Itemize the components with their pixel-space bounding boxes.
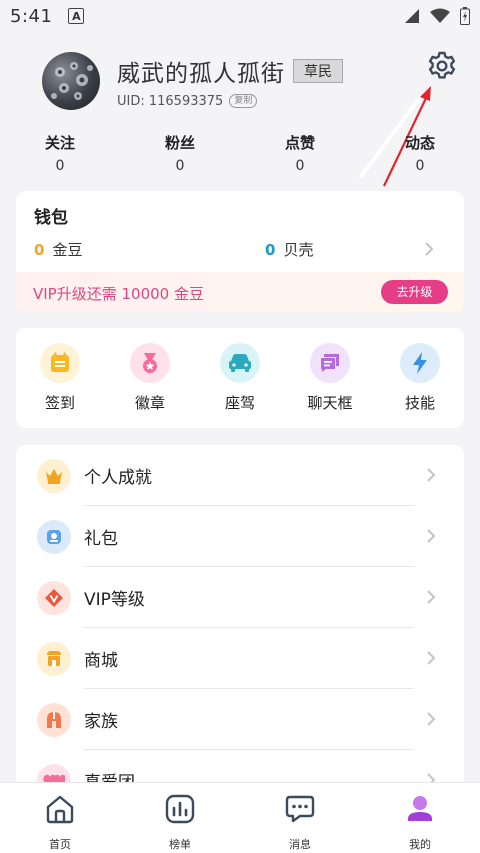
menu-label: 商城 [84, 651, 118, 671]
nav-ranking[interactable]: 榜单 [150, 793, 210, 852]
stat-label: 动态 [404, 134, 435, 152]
feature-chat-frame[interactable]: 聊天框 [295, 343, 365, 413]
menu-item-vip-level[interactable]: VIP等级 [16, 567, 464, 628]
gold-bean-balance: 0 金豆 [34, 239, 82, 260]
menu-item-family[interactable]: 家族 [16, 689, 464, 750]
profile-header: 威武的孤人孤街 草民 UID: 116593375 复制 [42, 52, 343, 110]
ranking-icon [165, 794, 195, 824]
feature-skill[interactable]: 技能 [385, 343, 455, 413]
vip-level-icon [45, 589, 63, 607]
feature-label: 座驾 [224, 394, 255, 412]
nav-label: 首页 [49, 838, 71, 851]
username: 威武的孤人孤街 [117, 60, 285, 87]
message-icon [285, 795, 315, 823]
shop-icon [47, 651, 61, 666]
menu-item-shop[interactable]: 商城 [16, 628, 464, 689]
stat-value: 0 [175, 158, 185, 174]
status-bar: 5:41 A [0, 0, 480, 32]
feature-label: 技能 [404, 394, 435, 412]
nav-label: 消息 [289, 838, 311, 851]
gift-pack-icon [47, 530, 61, 544]
avatar[interactable] [42, 52, 100, 110]
feature-label: 签到 [44, 394, 75, 412]
bottom-navigation: 首页 榜单 消息 我的 [0, 782, 480, 853]
feature-checkin[interactable]: 签到 [25, 343, 95, 413]
signal-icon [405, 9, 419, 23]
shell-balance: 0 贝壳 [265, 239, 313, 260]
menu-label: 礼包 [84, 529, 118, 549]
lightning-icon [413, 352, 427, 374]
chevron-right-icon [427, 529, 436, 543]
upgrade-button[interactable]: 去升级 [381, 280, 448, 304]
avatar-flowers-image [51, 62, 93, 100]
name-block: 威武的孤人孤街 草民 UID: 116593375 复制 [117, 54, 343, 109]
vip-upgrade-bar: VIP升级还需 10000 金豆 去升级 [16, 272, 464, 312]
stat-value: 0 [415, 158, 425, 174]
calendar-icon [51, 352, 69, 372]
stat-value: 0 [295, 158, 305, 174]
chevron-right-icon [427, 712, 436, 726]
shell-count: 0 [265, 241, 276, 259]
settings-button[interactable] [426, 50, 458, 82]
nav-messages[interactable]: 消息 [270, 793, 330, 852]
stats-row: 关注 0 粉丝 0 点赞 0 动态 0 [0, 132, 480, 178]
chat-frame-icon [321, 354, 339, 372]
shell-label: 贝壳 [283, 241, 314, 259]
copy-uid-button[interactable]: 复制 [229, 94, 258, 108]
wifi-icon [430, 8, 450, 23]
profile-icon [408, 796, 432, 821]
nav-label: 榜单 [169, 838, 191, 851]
vip-upgrade-text: VIP升级还需 10000 金豆 [33, 285, 204, 303]
nav-profile[interactable]: 我的 [390, 793, 450, 852]
stat-label: 粉丝 [164, 134, 195, 152]
stat-value: 0 [55, 158, 65, 174]
gold-count: 0 [34, 241, 45, 259]
features-card: 签到 徽章 座驾 聊天框 技能 [16, 328, 464, 428]
chevron-right-icon [425, 242, 434, 256]
notification-a-icon: A [68, 8, 85, 24]
medal-icon [143, 353, 157, 373]
feature-label: 徽章 [134, 394, 165, 412]
menu-item-achievements[interactable]: 个人成就 [16, 445, 464, 506]
wallet-card[interactable]: 钱包 0 金豆 0 贝壳 VIP升级还需 10000 金豆 去升级 [16, 191, 464, 312]
crown-icon [46, 469, 62, 484]
feature-vehicle[interactable]: 座驾 [205, 343, 275, 413]
menu-label: VIP等级 [84, 590, 145, 610]
home-icon [46, 795, 74, 824]
chevron-right-icon [427, 590, 436, 604]
menu-label: 个人成就 [84, 468, 152, 488]
menu-label: 家族 [84, 712, 118, 732]
nav-label: 我的 [409, 838, 431, 851]
feature-badge[interactable]: 徽章 [115, 343, 185, 413]
gear-icon [428, 51, 456, 79]
stat-likes[interactable]: 点赞 0 [270, 132, 330, 174]
family-helmet-icon [47, 712, 61, 728]
feature-label: 聊天框 [307, 394, 353, 412]
wallet-title: 钱包 [34, 208, 68, 228]
rank-badge: 草民 [293, 58, 343, 83]
stat-posts[interactable]: 动态 0 [390, 132, 450, 174]
status-time: 5:41 [10, 5, 53, 27]
battery-icon [460, 7, 470, 25]
stat-fans[interactable]: 粉丝 0 [150, 132, 210, 174]
chevron-right-icon [427, 468, 436, 482]
nav-home[interactable]: 首页 [30, 793, 90, 852]
user-id: UID: 116593375 [117, 93, 224, 109]
stat-label: 关注 [44, 134, 75, 152]
gold-label: 金豆 [52, 241, 83, 259]
chevron-right-icon [427, 651, 436, 665]
stat-label: 点赞 [284, 134, 315, 152]
stat-following[interactable]: 关注 0 [30, 132, 90, 174]
menu-item-gift-pack[interactable]: 礼包 [16, 506, 464, 567]
car-icon [229, 354, 251, 372]
